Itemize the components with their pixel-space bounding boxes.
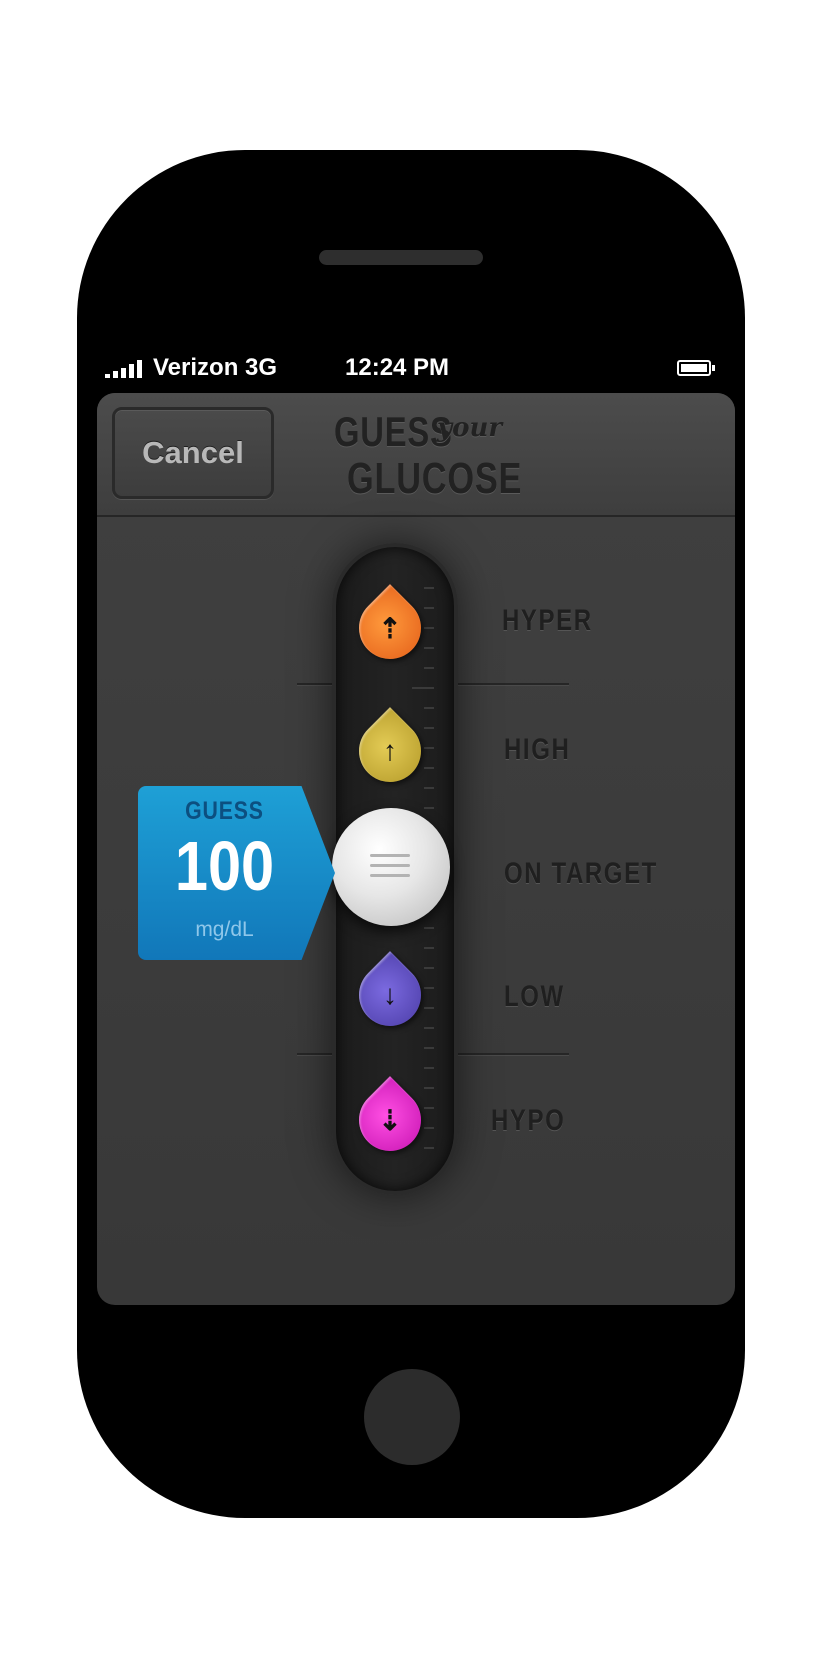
- app-screen: Cancel GUESS your GLUCOSE ⇡ ↑ ↓ ⇣ HYPER …: [97, 393, 735, 1305]
- battery-icon: [677, 360, 715, 376]
- double-arrow-down-icon: ⇣: [378, 1104, 402, 1136]
- level-label-low: LOW: [504, 980, 565, 1013]
- level-label-high: HIGH: [504, 733, 571, 766]
- title-glucose: GLUCOSE: [347, 454, 523, 503]
- guess-unit: mg/dL: [195, 918, 254, 941]
- signal-strength-icon: [105, 360, 145, 378]
- arrow-up-icon: ↑: [383, 735, 397, 766]
- title-guess: GUESS: [334, 408, 453, 455]
- guess-label: GUESS: [185, 797, 264, 825]
- double-arrow-up-icon: ⇡: [378, 612, 402, 644]
- carrier-label: Verizon 3G: [153, 354, 278, 381]
- status-bar: Verizon 3G 12:24 PM: [97, 350, 725, 386]
- clock: 12:24 PM: [345, 354, 450, 381]
- slider-knob[interactable]: [332, 808, 450, 926]
- nav-bar: Cancel GUESS your GLUCOSE: [97, 393, 735, 517]
- cancel-button[interactable]: Cancel: [112, 407, 274, 499]
- phone-frame: Verizon 3G 12:24 PM Cancel GUESS your GL…: [77, 150, 745, 1518]
- arrow-down-icon: ↓: [383, 979, 397, 1010]
- level-label-on-target: ON TARGET: [504, 857, 658, 890]
- home-button[interactable]: [364, 1369, 460, 1465]
- level-label-hypo: HYPO: [491, 1104, 566, 1137]
- guess-value: 100: [174, 827, 275, 905]
- speaker-grille: [319, 250, 483, 265]
- level-label-hyper: HYPER: [502, 604, 593, 637]
- title-your: your: [437, 413, 503, 443]
